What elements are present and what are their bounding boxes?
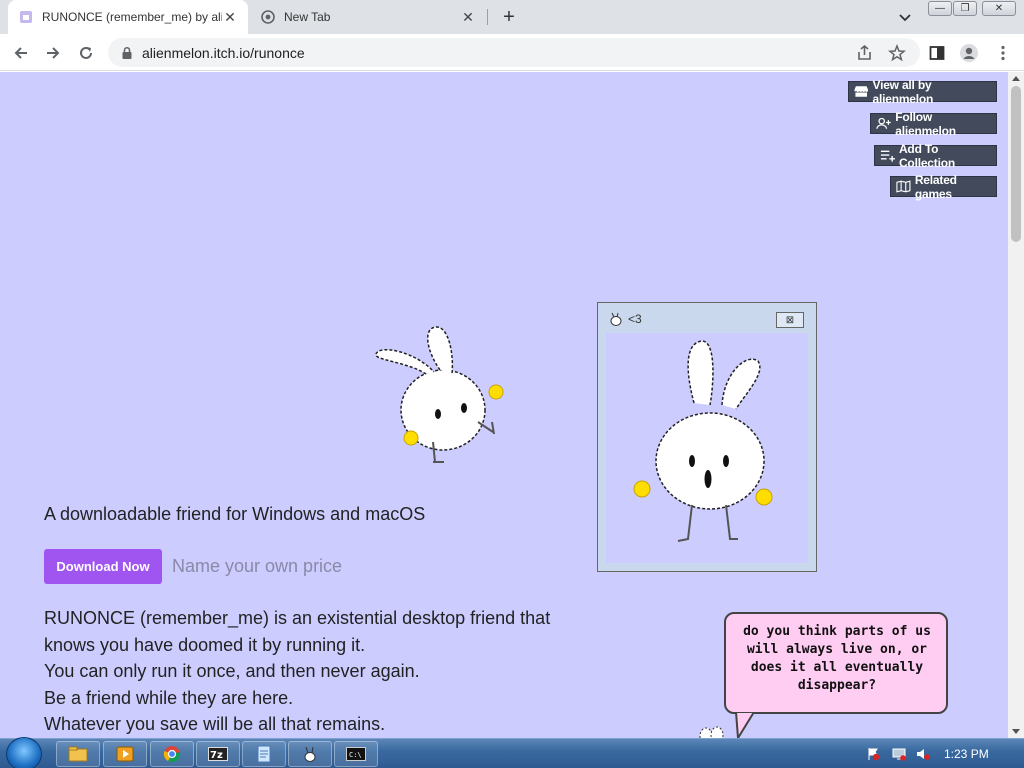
7zip-taskbar-icon[interactable]: 7z [196, 741, 240, 767]
share-icon[interactable] [856, 44, 874, 62]
bunny-cartwheel-image [375, 326, 504, 463]
user-plus-icon [876, 117, 891, 129]
bunny-standing-image [633, 340, 773, 542]
windows-taskbar: 7z C:\ 1:23 PM [0, 737, 1024, 768]
close-window-icon[interactable]: ✕ [982, 1, 1016, 16]
tab-title: New Tab [284, 10, 331, 24]
playlist-add-icon [880, 150, 895, 162]
bunny-mini-icon [610, 312, 622, 326]
add-to-collection-button[interactable]: Add To Collection [874, 142, 997, 170]
network-icon[interactable] [892, 747, 906, 761]
popup-title: <3 [628, 312, 642, 326]
view-all-button[interactable]: View all by alienmelon [848, 78, 997, 106]
game-description: RUNONCE (remember_me) is an existential … [44, 605, 550, 738]
system-clock[interactable]: 1:23 PM [944, 747, 989, 761]
itch-game-page: View all by alienmelon Follow alienmelon… [0, 72, 1008, 738]
tab-runonce[interactable]: RUNONCE (remember_me) by alienmelon ✕ [8, 0, 248, 34]
tab-title: RUNONCE (remember_me) by alienmelon [42, 10, 222, 24]
reload-icon[interactable] [75, 42, 97, 64]
itch-logo-icon [854, 86, 869, 97]
notepad-taskbar-icon[interactable] [242, 741, 286, 767]
cmd-taskbar-icon[interactable]: C:\ [334, 741, 378, 767]
bookmark-star-icon[interactable] [888, 44, 906, 62]
new-tab-plus-icon[interactable]: + [498, 6, 520, 28]
view-all-label: View all by alienmelon [872, 77, 934, 106]
forward-arrow-icon[interactable] [42, 42, 64, 64]
lock-icon [122, 46, 132, 59]
restore-window-icon[interactable]: ❐ [953, 1, 977, 16]
price-label: Name your own price [172, 556, 343, 576]
chrome-favicon-icon [260, 9, 276, 25]
download-now-button[interactable]: Download Now [44, 549, 162, 584]
svg-text:7z: 7z [210, 750, 223, 761]
tab-bar: RUNONCE (remember_me) by alienmelon ✕ Ne… [0, 0, 1024, 34]
related-games-button[interactable]: Related games [890, 173, 997, 201]
action-center-flag-icon[interactable] [866, 747, 880, 761]
runonce-bunny-taskbar-icon[interactable] [288, 741, 332, 767]
popup-content [606, 333, 808, 563]
description-line: Whatever you save will be all that remai… [44, 714, 386, 734]
explorer-taskbar-icon[interactable] [56, 741, 100, 767]
description-line: Be a friend while they are here. [44, 687, 294, 708]
tab-search-chevron-icon[interactable] [896, 8, 914, 26]
chrome-taskbar-icon[interactable] [150, 741, 194, 767]
start-button-icon[interactable] [6, 737, 42, 768]
tab-new-tab[interactable]: New Tab ✕ [250, 0, 486, 34]
friend-popup-window: <3 ⊠ [597, 302, 817, 572]
url-text: alienmelon.itch.io/runonce [142, 44, 305, 61]
description-line: knows you have doomed it by running it. [44, 634, 366, 655]
game-tagline: A downloadable friend for Windows and ma… [44, 504, 426, 524]
volume-muted-icon[interactable] [916, 747, 930, 761]
back-arrow-icon[interactable] [10, 42, 32, 64]
address-bar[interactable]: alienmelon.itch.io/runonce [108, 38, 920, 67]
add-to-collection-label: Add To Collection [898, 141, 955, 170]
tab-separator [487, 9, 488, 25]
follow-label: Follow alienmelon [895, 109, 956, 138]
media-player-taskbar-icon[interactable] [103, 741, 147, 767]
kebab-menu-icon[interactable] [992, 42, 1014, 64]
svg-text:C:\: C:\ [349, 751, 362, 759]
page-scrollbar[interactable] [1008, 72, 1024, 738]
itch-favicon-icon [18, 9, 34, 25]
scrollbar-thumb[interactable] [1011, 86, 1021, 242]
browser-toolbar: alienmelon.itch.io/runonce [0, 34, 1024, 71]
minimize-window-icon[interactable]: — [928, 1, 952, 16]
bubble-tail-bunny-ears-image [699, 708, 756, 738]
popup-close-button[interactable]: ⊠ [776, 312, 804, 328]
profile-avatar-icon[interactable] [958, 42, 980, 64]
description-line: You can only run it once, and then never… [44, 661, 420, 681]
bubble-text: do you think parts of us will always liv… [743, 624, 931, 693]
related-games-label: Related games [914, 172, 957, 201]
map-icon [896, 180, 911, 193]
tab-close-icon[interactable]: ✕ [460, 9, 476, 25]
tab-close-icon[interactable]: ✕ [222, 9, 238, 25]
popup-titlebar[interactable]: <3 [608, 312, 642, 326]
follow-button[interactable]: Follow alienmelon [870, 110, 997, 138]
side-panel-icon[interactable] [926, 42, 948, 64]
speech-bubble: do you think parts of us will always liv… [724, 612, 948, 714]
scroll-down-arrow-icon[interactable] [1012, 729, 1020, 734]
scroll-up-arrow-icon[interactable] [1012, 76, 1020, 81]
description-line: RUNONCE (remember_me) is an existential … [44, 608, 551, 628]
